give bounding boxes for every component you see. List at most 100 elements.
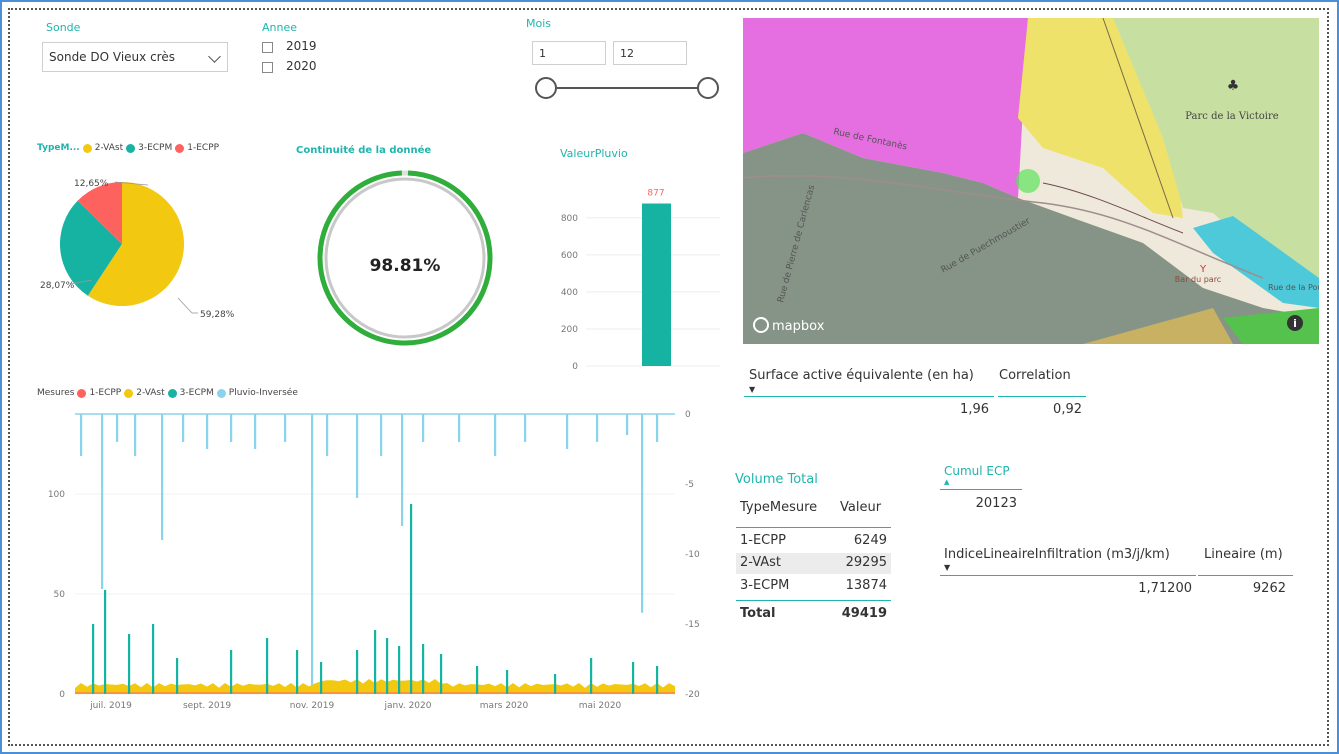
ecpm-peak[interactable]: [356, 650, 359, 694]
correlation-col-header[interactable]: Correlation: [999, 368, 1071, 383]
pluvio-drop[interactable]: [401, 414, 404, 526]
ecpm-peak[interactable]: [230, 650, 233, 694]
pie-leader-line: [177, 297, 193, 314]
ecpm-peak[interactable]: [128, 634, 131, 694]
ts-xtick: janv. 2020: [384, 701, 432, 711]
ts-ytick-right: -10: [685, 550, 700, 560]
continuity-gauge: 98.81%: [317, 170, 493, 346]
pluvio-drop[interactable]: [326, 414, 329, 456]
ecpm-peak[interactable]: [422, 644, 425, 694]
annee-2019-checkbox[interactable]: [262, 42, 273, 53]
ecpm-peak[interactable]: [632, 662, 635, 694]
cumul-title[interactable]: Cumul ECP: [944, 464, 1010, 478]
ts-xtick: juil. 2019: [89, 701, 132, 711]
ts-legend-item[interactable]: 3-ECPM: [180, 388, 214, 398]
pie-legend-item[interactable]: 3-ECPM: [138, 143, 172, 153]
pluvio-drop[interactable]: [230, 414, 233, 442]
table-row[interactable]: 1-ECPP 6249: [736, 531, 891, 552]
ecpm-peak[interactable]: [506, 670, 509, 694]
sonde-dropdown[interactable]: Sonde DO Vieux crès: [42, 42, 228, 72]
annee-2020-label: 2020: [286, 59, 317, 73]
ecpm-peak[interactable]: [296, 650, 299, 694]
volume-row-type: 1-ECPP: [740, 533, 786, 548]
pie-legend-item[interactable]: 1-ECPP: [187, 143, 219, 153]
map-visual[interactable]: ♣ Parc de la Victoire Rue de Fontanès Ru…: [743, 18, 1319, 344]
volume-row-type: 3-ECPM: [740, 578, 790, 593]
chevron-down-icon[interactable]: [208, 50, 221, 63]
pluvio-drop[interactable]: [656, 414, 659, 442]
lineaire-header-underline: [1198, 575, 1293, 576]
pluvio-drop[interactable]: [458, 414, 461, 442]
pluvio-drop[interactable]: [380, 414, 383, 456]
pluvio-drop[interactable]: [161, 414, 164, 540]
legend-ecpp-dot: [175, 143, 185, 153]
ecpm-peak[interactable]: [152, 624, 155, 694]
cocktail-icon: Y: [1199, 264, 1207, 275]
ecpm-peak[interactable]: [410, 504, 413, 694]
pluvio-drop[interactable]: [596, 414, 599, 442]
mois-slider-min-handle[interactable]: [535, 77, 557, 99]
volume-total-value: 49419: [841, 606, 887, 621]
sort-desc-icon[interactable]: ▼: [749, 385, 755, 394]
annee-2019-label: 2019: [286, 39, 317, 53]
sort-desc-icon[interactable]: ▼: [944, 563, 950, 572]
ecpm-peak[interactable]: [440, 654, 443, 694]
pluvio-ytick: 400: [561, 288, 578, 298]
ecpm-peak[interactable]: [266, 638, 269, 694]
ecpm-peak[interactable]: [554, 674, 557, 694]
ecpm-peak[interactable]: [386, 638, 389, 694]
map-sensor-marker[interactable]: [1016, 169, 1040, 193]
correlation-value: 0,92: [1053, 402, 1082, 417]
pluvio-drop[interactable]: [206, 414, 209, 449]
legend-pluvio-dot: [216, 388, 226, 398]
mois-slider-track[interactable]: [546, 87, 708, 89]
pluvio-drop[interactable]: [566, 414, 569, 449]
map-poi-label: Bar du parc: [1175, 275, 1221, 284]
annee-2020-checkbox[interactable]: [262, 62, 273, 73]
ecpm-peak[interactable]: [104, 590, 107, 694]
ecpm-peak[interactable]: [92, 624, 95, 694]
pluvio-drop[interactable]: [626, 414, 629, 435]
ecpm-peak[interactable]: [656, 666, 659, 694]
pluvio-drop[interactable]: [182, 414, 185, 442]
pluvio-drop[interactable]: [641, 414, 644, 613]
ecpm-peak[interactable]: [398, 646, 401, 694]
ts-legend-item[interactable]: 1-ECPP: [89, 388, 121, 398]
ts-legend-item[interactable]: 2-VAst: [136, 388, 164, 398]
lineaire-col-header[interactable]: Lineaire (m): [1204, 547, 1283, 562]
timeseries-legend: Mesures 1-ECPP 2-VAst 3-ECPM Pluvio-Inve…: [37, 388, 298, 398]
pluvio-drop[interactable]: [422, 414, 425, 442]
surface-col-header[interactable]: Surface active équivalente (en ha): [749, 368, 974, 383]
ts-ytick-right: -5: [685, 480, 694, 490]
mois-max-input[interactable]: 12: [613, 41, 687, 65]
pluvio-drop[interactable]: [311, 414, 314, 694]
ecpm-peak[interactable]: [176, 658, 179, 694]
ecpm-peak[interactable]: [320, 662, 323, 694]
ecpm-peak[interactable]: [476, 666, 479, 694]
ecpm-peak[interactable]: [590, 658, 593, 694]
ts-legend-item[interactable]: Pluvio-Inversée: [229, 388, 298, 398]
pluvio-drop[interactable]: [101, 414, 104, 589]
legend-ecpm-dot: [167, 388, 177, 398]
pluvio-drop[interactable]: [80, 414, 83, 456]
indice-col-header[interactable]: IndiceLineaireInfiltration (m3/j/km): [944, 547, 1170, 562]
mois-slider-max-handle[interactable]: [697, 77, 719, 99]
table-row[interactable]: 2-VAst 29295: [736, 553, 891, 574]
pie-label-ecpp: 12,65%: [74, 179, 109, 189]
mois-min-input[interactable]: 1: [532, 41, 606, 65]
sort-asc-icon[interactable]: ▲: [944, 478, 949, 486]
pluvio-bar[interactable]: [642, 203, 671, 366]
ecpm-peak[interactable]: [374, 630, 377, 694]
pie-legend-item[interactable]: 2-VAst: [95, 143, 123, 153]
pluvio-drop[interactable]: [356, 414, 359, 498]
volume-col-valeur[interactable]: Valeur: [840, 500, 881, 515]
pluvio-drop[interactable]: [494, 414, 497, 456]
pluvio-drop[interactable]: [284, 414, 287, 442]
pluvio-drop[interactable]: [116, 414, 119, 442]
pluvio-drop[interactable]: [254, 414, 257, 449]
pluvio-drop[interactable]: [524, 414, 527, 442]
ts-ytick-right: -20: [685, 690, 700, 700]
table-row[interactable]: 3-ECPM 13874: [736, 576, 891, 597]
pluvio-drop[interactable]: [134, 414, 137, 456]
volume-col-type[interactable]: TypeMesure: [740, 500, 817, 515]
